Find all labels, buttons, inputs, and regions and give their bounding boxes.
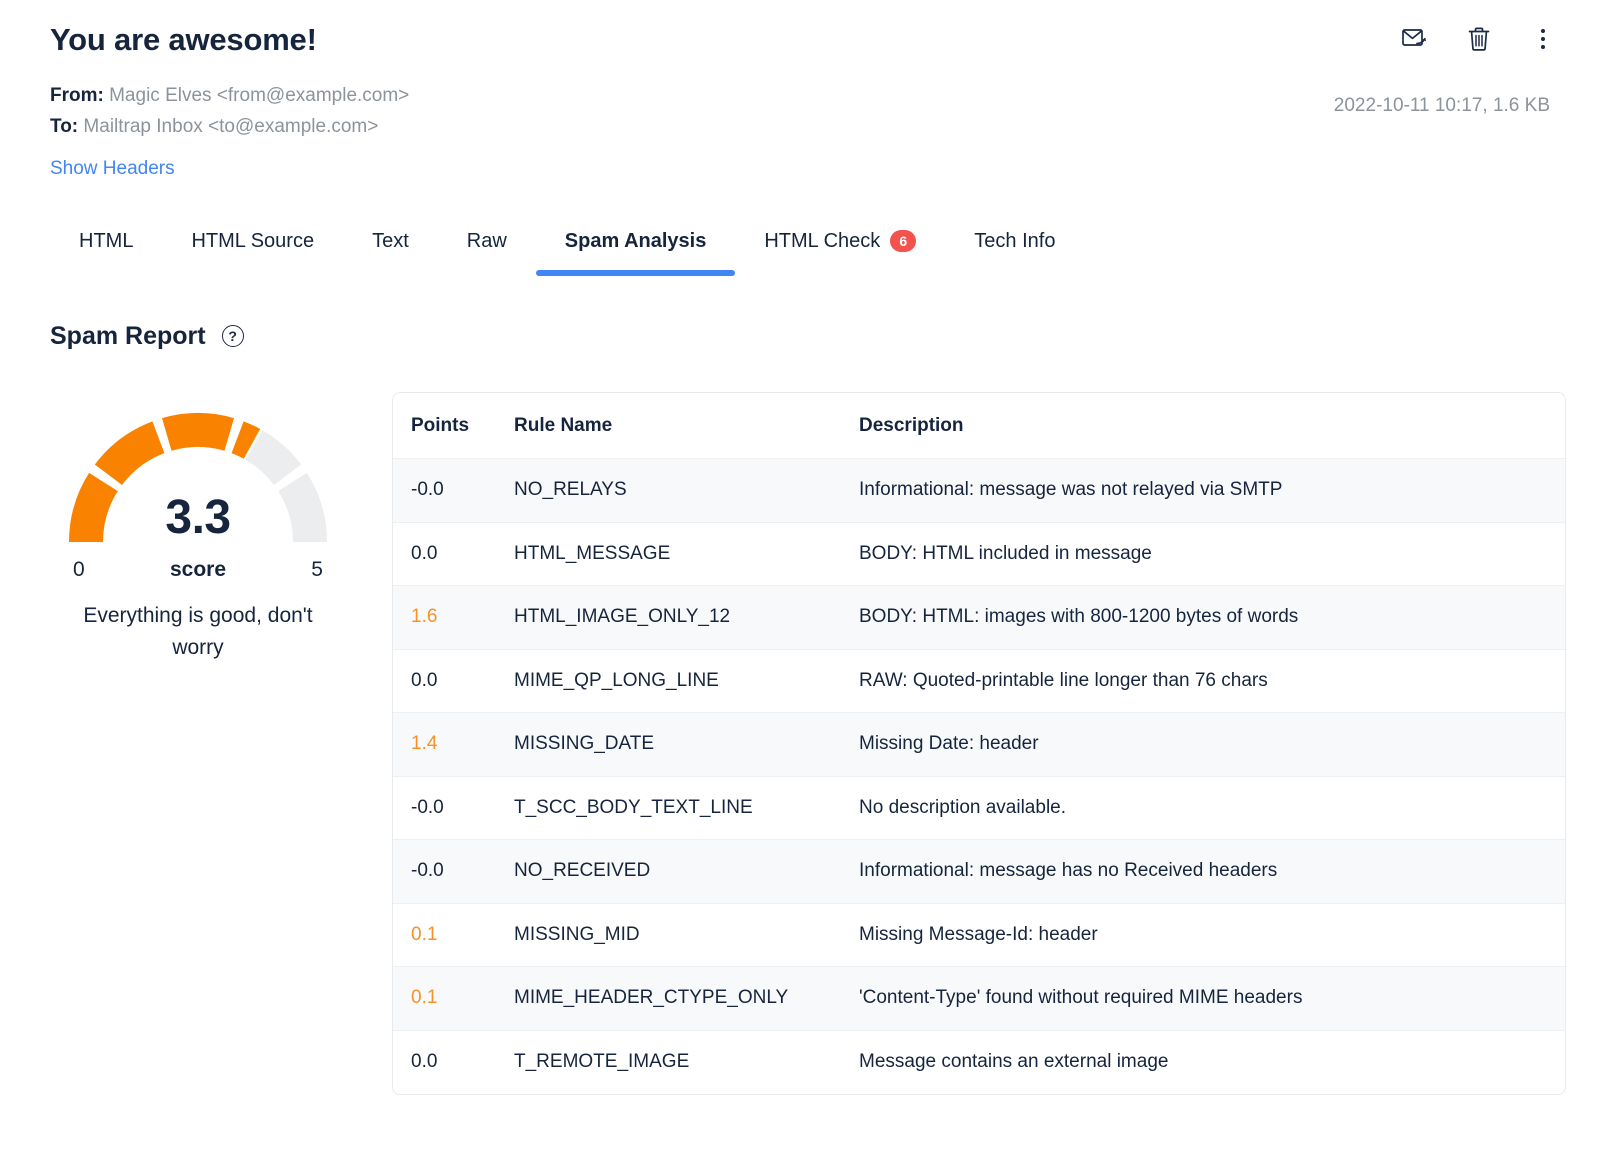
cell-points: 0.0 <box>411 670 514 692</box>
cell-points: 0.0 <box>411 1051 514 1073</box>
cell-rule-name: NO_RELAYS <box>514 479 859 501</box>
tab-text[interactable]: Text <box>343 228 438 276</box>
cell-description: No description available. <box>859 797 1565 819</box>
gauge-max-label: 5 <box>311 558 323 582</box>
table-row: 1.4MISSING_DATEMissing Date: header <box>393 713 1565 777</box>
cell-rule-name: NO_RECEIVED <box>514 860 859 882</box>
tab-html[interactable]: HTML <box>50 228 162 276</box>
cell-description: Missing Date: header <box>859 733 1565 755</box>
to-value: Mailtrap Inbox <to@example.com> <box>83 116 378 137</box>
cell-description: Message contains an external image <box>859 1051 1565 1073</box>
table-row: 0.1MIME_HEADER_CTYPE_ONLY'Content-Type' … <box>393 967 1565 1031</box>
cell-points: 0.0 <box>411 543 514 565</box>
forward-email-button[interactable] <box>1400 24 1430 54</box>
column-header-points: Points <box>411 415 514 437</box>
to-label: To: <box>50 116 78 137</box>
tab-label: HTML Check <box>764 228 880 254</box>
gauge-segment <box>108 437 158 475</box>
table-row: 0.1MISSING_MIDMissing Message-Id: header <box>393 904 1565 968</box>
more-options-icon <box>1541 29 1545 49</box>
from-label: From: <box>50 85 104 106</box>
cell-rule-name: MIME_HEADER_CTYPE_ONLY <box>514 987 859 1009</box>
tab-spam-analysis[interactable]: Spam Analysis <box>536 228 736 276</box>
table-row: -0.0NO_RELAYSInformational: message was … <box>393 459 1565 523</box>
from-value: Magic Elves <from@example.com> <box>109 85 409 106</box>
section-title: Spam Report <box>50 320 206 352</box>
gauge-score-value: 3.3 <box>50 494 346 542</box>
cell-points: 0.1 <box>411 987 514 1009</box>
cell-rule-name: MISSING_DATE <box>514 733 859 755</box>
gauge-segment <box>254 445 288 475</box>
address-block: From: Magic Elves <from@example.com> To:… <box>50 80 1550 142</box>
tab-label: HTML Source <box>191 228 314 254</box>
email-actions <box>1400 24 1558 54</box>
tab-html-check[interactable]: HTML Check 6 <box>735 228 945 276</box>
cell-description: Informational: message was not relayed v… <box>859 479 1565 501</box>
column-header-description: Description <box>859 415 1565 437</box>
gauge-segment <box>238 437 252 444</box>
cell-rule-name: HTML_IMAGE_ONLY_12 <box>514 606 859 628</box>
show-headers-link[interactable]: Show Headers <box>50 158 175 180</box>
forward-email-icon <box>1402 28 1429 50</box>
cell-description: Informational: message has no Received h… <box>859 860 1565 882</box>
gauge-min-label: 0 <box>73 558 85 582</box>
cell-points: -0.0 <box>411 797 514 819</box>
tab-label: Raw <box>467 228 507 254</box>
view-tabs: HTML HTML Source Text Raw Spam Analysis … <box>50 228 1084 276</box>
gauge-segment <box>167 430 229 434</box>
tab-label: Text <box>372 228 409 254</box>
cell-points: -0.0 <box>411 860 514 882</box>
cell-points: 1.6 <box>411 606 514 628</box>
help-icon[interactable]: ? <box>222 325 244 347</box>
gauge-unit-label: score <box>170 558 226 582</box>
column-header-rule-name: Rule Name <box>514 415 859 437</box>
table-row: 0.0MIME_QP_LONG_LINERAW: Quoted-printabl… <box>393 650 1565 714</box>
tab-label: Spam Analysis <box>565 228 707 254</box>
more-options-button[interactable] <box>1528 24 1558 54</box>
cell-description: 'Content-Type' found without required MI… <box>859 987 1565 1009</box>
cell-points: 0.1 <box>411 924 514 946</box>
table-row: 1.6HTML_IMAGE_ONLY_12BODY: HTML: images … <box>393 586 1565 650</box>
spam-score-gauge: 3.3 0 score 5 Everything is good, don't … <box>50 396 346 664</box>
table-row: -0.0NO_RECEIVEDInformational: message ha… <box>393 840 1565 904</box>
spam-rules-table: Points Rule Name Description -0.0NO_RELA… <box>392 392 1566 1095</box>
table-body: -0.0NO_RELAYSInformational: message was … <box>393 459 1565 1094</box>
gauge-arc: 3.3 <box>50 396 346 548</box>
cell-points: 1.4 <box>411 733 514 755</box>
gauge-scale: 0 score 5 <box>73 558 323 582</box>
from-row: From: Magic Elves <from@example.com> <box>50 80 1550 111</box>
cell-description: RAW: Quoted-printable line longer than 7… <box>859 670 1565 692</box>
table-row: -0.0T_SCC_BODY_TEXT_LINENo description a… <box>393 777 1565 841</box>
tab-label: Tech Info <box>974 228 1055 254</box>
cell-rule-name: HTML_MESSAGE <box>514 543 859 565</box>
tab-html-source[interactable]: HTML Source <box>162 228 343 276</box>
email-meta: 2022-10-11 10:17, 1.6 KB <box>1334 95 1550 117</box>
cell-rule-name: T_SCC_BODY_TEXT_LINE <box>514 797 859 819</box>
table-header-row: Points Rule Name Description <box>393 393 1565 459</box>
tab-raw[interactable]: Raw <box>438 228 536 276</box>
spam-analysis-page: You are awesome! From: Magic Elves <from… <box>0 0 1600 1156</box>
tab-label: HTML <box>79 228 133 254</box>
spam-report-heading: Spam Report ? <box>50 320 244 352</box>
table-row: 0.0HTML_MESSAGEBODY: HTML included in me… <box>393 523 1565 587</box>
cell-rule-name: MIME_QP_LONG_LINE <box>514 670 859 692</box>
table-row: 0.0T_REMOTE_IMAGEMessage contains an ext… <box>393 1031 1565 1095</box>
cell-rule-name: MISSING_MID <box>514 924 859 946</box>
tab-tech-info[interactable]: Tech Info <box>945 228 1084 276</box>
page-title: You are awesome! <box>50 20 1550 60</box>
cell-points: -0.0 <box>411 479 514 501</box>
html-check-badge: 6 <box>890 230 916 252</box>
email-header: You are awesome! From: Magic Elves <from… <box>50 20 1550 180</box>
cell-description: Missing Message-Id: header <box>859 924 1565 946</box>
cell-description: BODY: HTML: images with 800-1200 bytes o… <box>859 606 1565 628</box>
delete-email-icon <box>1467 26 1491 52</box>
gauge-note: Everything is good, don't worry <box>50 600 346 664</box>
cell-description: BODY: HTML included in message <box>859 543 1565 565</box>
to-row: To: Mailtrap Inbox <to@example.com> <box>50 111 1550 142</box>
cell-rule-name: T_REMOTE_IMAGE <box>514 1051 859 1073</box>
delete-email-button[interactable] <box>1464 24 1494 54</box>
